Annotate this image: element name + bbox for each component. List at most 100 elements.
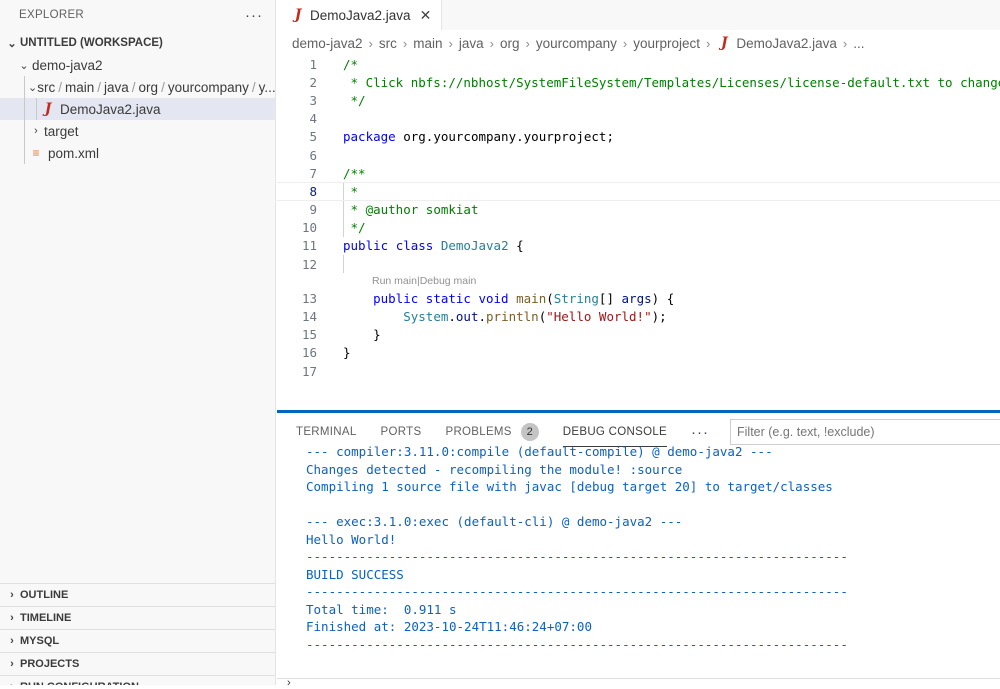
breadcrumb-item[interactable]: ... bbox=[853, 36, 864, 51]
path-segment: java bbox=[104, 79, 129, 95]
code-line: 6 bbox=[277, 146, 1000, 164]
code-token: */ bbox=[343, 220, 366, 236]
code-line: 16} bbox=[277, 344, 1000, 362]
breadcrumb-item[interactable]: main bbox=[413, 36, 442, 51]
workspace-header[interactable]: ⌄ UNTITLED (WORKSPACE) bbox=[0, 32, 275, 54]
code-line: 10 */ bbox=[277, 218, 1000, 237]
code-text: } bbox=[343, 345, 351, 360]
section-mysql[interactable]: › MYSQL bbox=[0, 629, 275, 652]
line-number: 17 bbox=[301, 363, 317, 379]
panel-tab-label: PROBLEMS bbox=[445, 426, 512, 438]
java-file-icon: J bbox=[721, 35, 728, 51]
code-token: public bbox=[373, 290, 419, 306]
code-token: DemoJava2 bbox=[440, 238, 509, 254]
code-line: 2 * Click nbfs://nbhost/SystemFileSystem… bbox=[277, 73, 1000, 91]
console-filter-input[interactable] bbox=[730, 419, 1000, 445]
code-token: . bbox=[516, 129, 524, 145]
code-text: } bbox=[343, 327, 381, 342]
chevron-right-icon: › bbox=[525, 35, 530, 51]
explorer-more-icon[interactable]: ··· bbox=[245, 7, 263, 24]
console-line: ----------------------------------------… bbox=[306, 636, 848, 652]
console-line: --- exec:3.1.0:exec (default-cli) @ demo… bbox=[306, 514, 683, 529]
console-line: Total time: 0.911 s bbox=[306, 601, 457, 617]
code-token: * bbox=[343, 202, 366, 218]
code-text: * Click nbfs://nbhost/SystemFileSystem/T… bbox=[343, 75, 1000, 90]
indent-guide bbox=[36, 98, 37, 120]
tab-bar: J DemoJava2.java ✕ bbox=[277, 0, 1000, 30]
chevron-right-icon: › bbox=[622, 35, 628, 51]
section-timeline[interactable]: › TIMELINE bbox=[0, 606, 275, 629]
run-main-link[interactable]: Run main bbox=[372, 275, 417, 287]
breadcrumb-item[interactable]: demo-java2 bbox=[292, 36, 363, 51]
breadcrumb-item[interactable]: src bbox=[379, 36, 397, 51]
code-token: yourcompany bbox=[433, 129, 517, 145]
section-run-configuration[interactable]: ›RUN CONFIGURATION bbox=[0, 675, 275, 685]
code-token: yourproject bbox=[523, 129, 607, 145]
tab-terminal[interactable]: TERMINAL bbox=[296, 417, 357, 447]
path-segment: main bbox=[64, 79, 95, 95]
breadcrumb-item[interactable]: org bbox=[500, 36, 520, 51]
breadcrumb-item[interactable]: java bbox=[459, 36, 484, 51]
editor-area: J DemoJava2.java ✕ demo-java2 › src › main › j… bbox=[277, 0, 1000, 410]
tree-item-demo-java2[interactable]: ⌄ demo-java2 bbox=[0, 54, 275, 76]
console-prompt[interactable]: › bbox=[277, 677, 1000, 689]
code-token: /* bbox=[343, 56, 359, 72]
code-text: /** bbox=[343, 166, 366, 181]
chevron-right-icon: › bbox=[402, 35, 408, 51]
indent-guide bbox=[343, 183, 344, 200]
debug-main-link[interactable]: Debug main bbox=[420, 275, 477, 287]
tree-item-target[interactable]: › target bbox=[0, 120, 275, 142]
line-number: 13 bbox=[301, 290, 317, 306]
codelens: Run main | Debug main bbox=[277, 273, 1000, 289]
code-token: out bbox=[455, 309, 479, 325]
chevron-right-icon: › bbox=[10, 658, 14, 670]
chevron-right-icon: › bbox=[842, 35, 848, 51]
chevron-down-icon: ⌄ bbox=[19, 59, 29, 72]
line-number: 1 bbox=[309, 56, 317, 72]
code-line: 17 bbox=[277, 362, 1000, 380]
breadcrumb-item[interactable]: yourcompany bbox=[536, 36, 617, 51]
tab-problems[interactable]: PROBLEMS 2 bbox=[445, 417, 539, 447]
code-token: ( bbox=[546, 290, 554, 306]
path-segment: src bbox=[37, 79, 56, 95]
problems-count-badge: 2 bbox=[520, 423, 539, 441]
close-icon[interactable]: ✕ bbox=[420, 7, 432, 24]
code-token: package bbox=[343, 129, 396, 145]
section-projects[interactable]: › PROJECTS bbox=[0, 652, 275, 675]
section-outline[interactable]: › OUTLINE bbox=[0, 583, 275, 606]
tab-debug-console[interactable]: DEBUG CONSOLE bbox=[562, 417, 668, 447]
code-line: 7 /** bbox=[277, 164, 1000, 182]
tree-item-demojava2-java[interactable]: J DemoJava2.java bbox=[0, 98, 275, 120]
tree-item-label: pom.xml bbox=[48, 145, 100, 161]
path-segment: org bbox=[138, 79, 159, 95]
code-editor[interactable]: 1/* 2 * Click nbfs://nbhost/SystemFileSys… bbox=[277, 55, 1000, 380]
indent-guide bbox=[343, 200, 344, 219]
panel-more-icon[interactable]: ··· bbox=[691, 424, 709, 441]
code-token: println bbox=[486, 309, 539, 325]
console-line: Hello World! bbox=[306, 531, 397, 547]
line-number: 6 bbox=[309, 147, 317, 163]
code-token: * bbox=[343, 183, 359, 199]
tab-ports[interactable]: PORTS bbox=[381, 417, 422, 447]
code-token: org bbox=[403, 129, 426, 145]
tree-item-pom-xml[interactable]: ≡ pom.xml bbox=[0, 142, 275, 164]
line-number: 5 bbox=[309, 129, 317, 145]
code-text: */ bbox=[343, 93, 366, 108]
indent-guide bbox=[24, 76, 25, 98]
code-token: ; bbox=[606, 129, 614, 145]
tab-demojava2[interactable]: J DemoJava2.java ✕ bbox=[277, 0, 443, 30]
console-line: ----------------------------------------… bbox=[306, 584, 848, 599]
breadcrumb-item[interactable]: yourproject bbox=[633, 36, 700, 51]
breadcrumb-item[interactable]: DemoJava2.java bbox=[736, 36, 837, 51]
chevron-down-icon: ⌄ bbox=[28, 81, 38, 94]
indent-guide bbox=[24, 98, 25, 120]
code-token: args bbox=[621, 290, 652, 306]
indent-guide bbox=[24, 120, 25, 142]
chevron-right-icon: › bbox=[10, 635, 14, 647]
line-number: 2 bbox=[309, 74, 317, 90]
tree-item-src[interactable]: ⌄ src / main / java / org / yourcompany / y... bbox=[0, 76, 275, 98]
